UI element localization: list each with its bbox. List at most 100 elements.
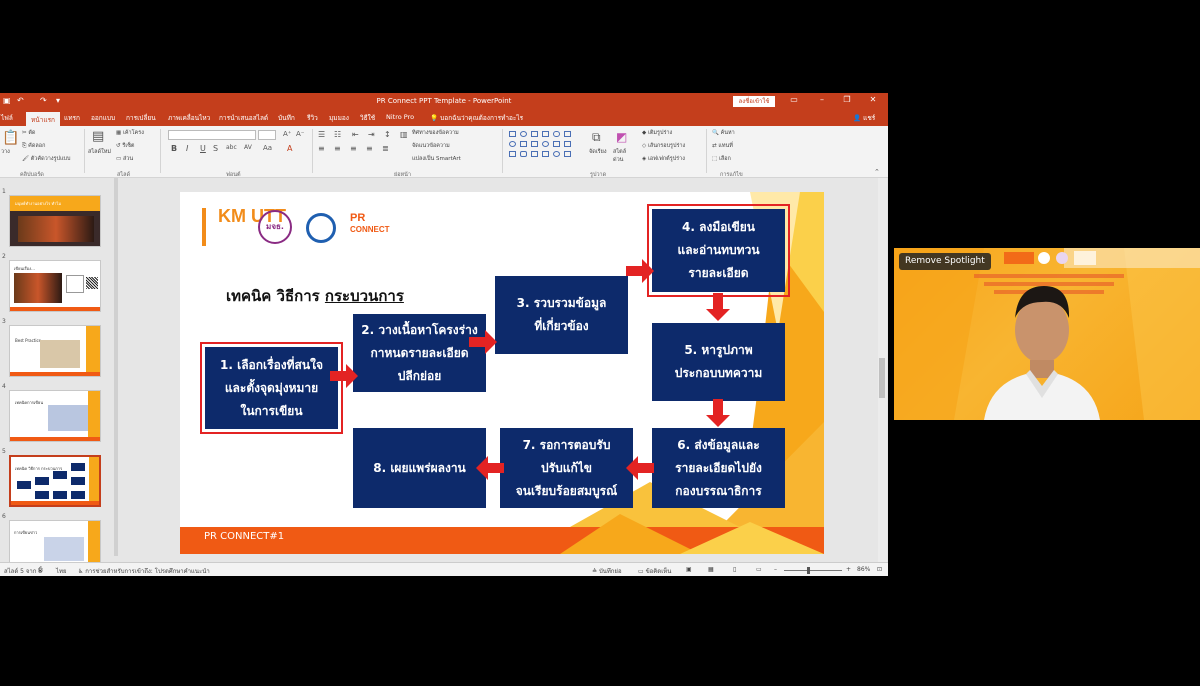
change-case-icon[interactable]: Aa [263, 144, 272, 152]
italic-icon[interactable]: I [186, 144, 188, 153]
reset-button[interactable]: ↺ รีเซ็ต [116, 142, 135, 150]
align-text-button[interactable]: จัดแนวข้อความ [412, 142, 450, 150]
slide-thumbnail-image: Best Practice [9, 325, 101, 377]
tab-design[interactable]: ออกแบบ [91, 113, 115, 123]
ribbon-display-icon[interactable]: ▭ [787, 95, 801, 104]
text-direction-button[interactable]: ทิศทางของข้อความ [412, 129, 459, 137]
paste-icon[interactable]: 📋 [2, 130, 19, 146]
shape-effects-button[interactable]: ◈ เอฟเฟกต์รูปร่าง [642, 155, 685, 163]
char-spacing-icon[interactable]: AV [244, 144, 252, 151]
normal-view-icon[interactable]: ▣ [686, 566, 692, 573]
slide-sorter-icon[interactable]: ▦ [708, 566, 714, 573]
find-button[interactable]: 🔍 ค้นหา [712, 129, 735, 137]
justify-icon[interactable]: ≡ [366, 144, 373, 153]
tab-help[interactable]: วิธีใช้ [360, 113, 375, 123]
new-slide-icon[interactable]: ▤ [92, 129, 104, 144]
columns-icon[interactable]: ▥ [400, 130, 408, 139]
tab-recording[interactable]: บันทึก [278, 113, 295, 123]
tab-slideshow[interactable]: การนำเสนอสไลด์ [219, 113, 268, 123]
notes-button[interactable]: ≙ บันทึกย่อ [592, 566, 622, 576]
replace-button[interactable]: ⇄ แทนที่ [712, 142, 733, 150]
share-button[interactable]: 👤 แชร์ [853, 113, 875, 123]
thumbnail-caption: การเขียนข่าว [14, 530, 38, 535]
editor-scrollbar[interactable] [878, 178, 887, 568]
arrange-icon[interactable]: ⧉ [592, 130, 601, 145]
tab-transitions[interactable]: การเปลี่ยน [126, 113, 156, 123]
slides-group-label: สไลด์ [117, 172, 131, 178]
ribbon: 📋 วาง ✂ ตัด ⎘ คัดลอก 🖌 ตัวคัดวางรูปแบบ ค… [0, 126, 888, 178]
tab-insert[interactable]: แทรก [64, 113, 80, 123]
decrease-indent-icon[interactable]: ⇤ [352, 130, 359, 139]
person-icon: 👤 [853, 114, 864, 122]
font-name-dropdown[interactable] [168, 130, 256, 140]
step-3-line: ที่เกี่ยวข้อง [534, 319, 589, 333]
zoom-in-icon[interactable]: + [846, 566, 851, 573]
new-slide-button[interactable]: สไลด์ใหม่ [88, 148, 112, 156]
slide-title-prefix: เทคนิค วิธีการ [226, 287, 325, 305]
step-8-line: 8. เผยแพร่ผลงาน [373, 460, 466, 475]
increase-indent-icon[interactable]: ⇥ [368, 130, 375, 139]
increase-font-icon[interactable]: A⁺ [283, 130, 291, 138]
strikethrough-icon[interactable]: abc [226, 144, 237, 151]
quick-styles-button[interactable]: สไตล์ด่วน [613, 148, 633, 164]
shape-outline-button[interactable]: ◇ เส้นกรอบรูปร่าง [642, 142, 685, 150]
numbering-icon[interactable]: ☷ [334, 130, 341, 139]
align-right-icon[interactable]: ≡ [350, 144, 357, 153]
reading-view-icon[interactable]: ▯ [733, 566, 736, 573]
paste-button[interactable]: วาง [1, 148, 10, 156]
line-spacing-icon[interactable]: ↕ [384, 130, 391, 139]
tab-animations[interactable]: ภาพเคลื่อนไหว [168, 113, 210, 123]
footer-decoration [560, 514, 824, 554]
shape-fill-button[interactable]: ◆ เติมรูปร่าง [642, 129, 672, 137]
language-indicator[interactable]: ไทย [56, 566, 67, 576]
spellcheck-icon[interactable]: ⎙ [38, 566, 43, 574]
fit-to-window-icon[interactable]: ⊡ [877, 566, 882, 573]
tab-file[interactable]: ไฟล์ [1, 113, 13, 123]
collapse-ribbon-icon[interactable]: ⌃ [874, 168, 880, 176]
sign-in-button[interactable]: ลงชื่อเข้าใช้ [733, 96, 775, 107]
copy-button[interactable]: ⎘ คัดลอก [22, 142, 45, 150]
convert-smartart-button[interactable]: แปลงเป็น SmartArt [412, 155, 461, 163]
tab-review[interactable]: รีวิว [307, 113, 318, 123]
slide-canvas[interactable]: KM UTT มจธ. PR CONNECT เทคนิค วิธีการ กร… [180, 192, 824, 554]
shadow-icon[interactable]: S [213, 144, 218, 153]
zoom-slider-thumb[interactable] [807, 567, 810, 574]
maximize-icon[interactable]: ❐ [840, 95, 854, 104]
close-icon[interactable]: ✕ [866, 95, 880, 104]
slideshow-icon[interactable]: ▭ [756, 566, 762, 573]
section-button[interactable]: ▭ ส่วน [116, 155, 133, 163]
quick-styles-icon[interactable]: ◩ [616, 130, 627, 144]
select-button[interactable]: ⬚ เลือก [712, 155, 731, 163]
minimize-icon[interactable]: – [815, 95, 829, 104]
tell-me-search[interactable]: 💡 บอกฉันว่าคุณต้องการทำอะไร [430, 113, 523, 123]
decrease-font-icon[interactable]: A⁻ [296, 130, 304, 138]
tab-home[interactable]: หน้าแรก [26, 112, 60, 126]
accessibility-status[interactable]: ♿ การช่วยสำหรับการเข้าถึง: โปรดศึกษาคำแน… [78, 566, 210, 576]
underline-icon[interactable]: U [200, 144, 206, 153]
tab-nitro-pro[interactable]: Nitro Pro [386, 113, 414, 121]
tab-view[interactable]: มุมมอง [329, 113, 349, 123]
bullets-icon[interactable]: ☰ [318, 130, 325, 139]
zoom-level[interactable]: 86% [857, 566, 870, 573]
format-painter-button[interactable]: 🖌 ตัวคัดวางรูปแบบ [22, 155, 70, 163]
distributed-icon[interactable]: ≣ [382, 144, 389, 153]
bold-icon[interactable]: B [171, 144, 177, 153]
layout-label: เค้าโครง [122, 130, 144, 136]
thumbnail-scrollbar[interactable] [114, 178, 118, 556]
video-frame [894, 248, 1200, 420]
zoom-out-icon[interactable]: – [774, 566, 777, 573]
layout-button[interactable]: ▦ เค้าโครง [116, 129, 144, 137]
cut-button[interactable]: ✂ ตัด [22, 129, 36, 137]
align-center-icon[interactable]: ≡ [334, 144, 341, 153]
arrange-button[interactable]: จัดเรียง [589, 148, 607, 156]
align-left-icon[interactable]: ≡ [318, 144, 325, 153]
remove-spotlight-button[interactable]: Remove Spotlight [899, 253, 991, 270]
zoom-slider[interactable] [784, 570, 842, 571]
font-color-icon[interactable]: A [287, 144, 292, 153]
font-size-dropdown[interactable] [258, 130, 276, 140]
slide-thumbnail-image: มนุษย์ทำงานอย่างไร ทำไม [9, 195, 101, 247]
comments-button[interactable]: ▭ ข้อคิดเห็น [638, 566, 671, 576]
separator [312, 129, 313, 173]
reset-label: รีเซ็ต [122, 143, 135, 149]
participant-video[interactable] [894, 248, 1200, 420]
